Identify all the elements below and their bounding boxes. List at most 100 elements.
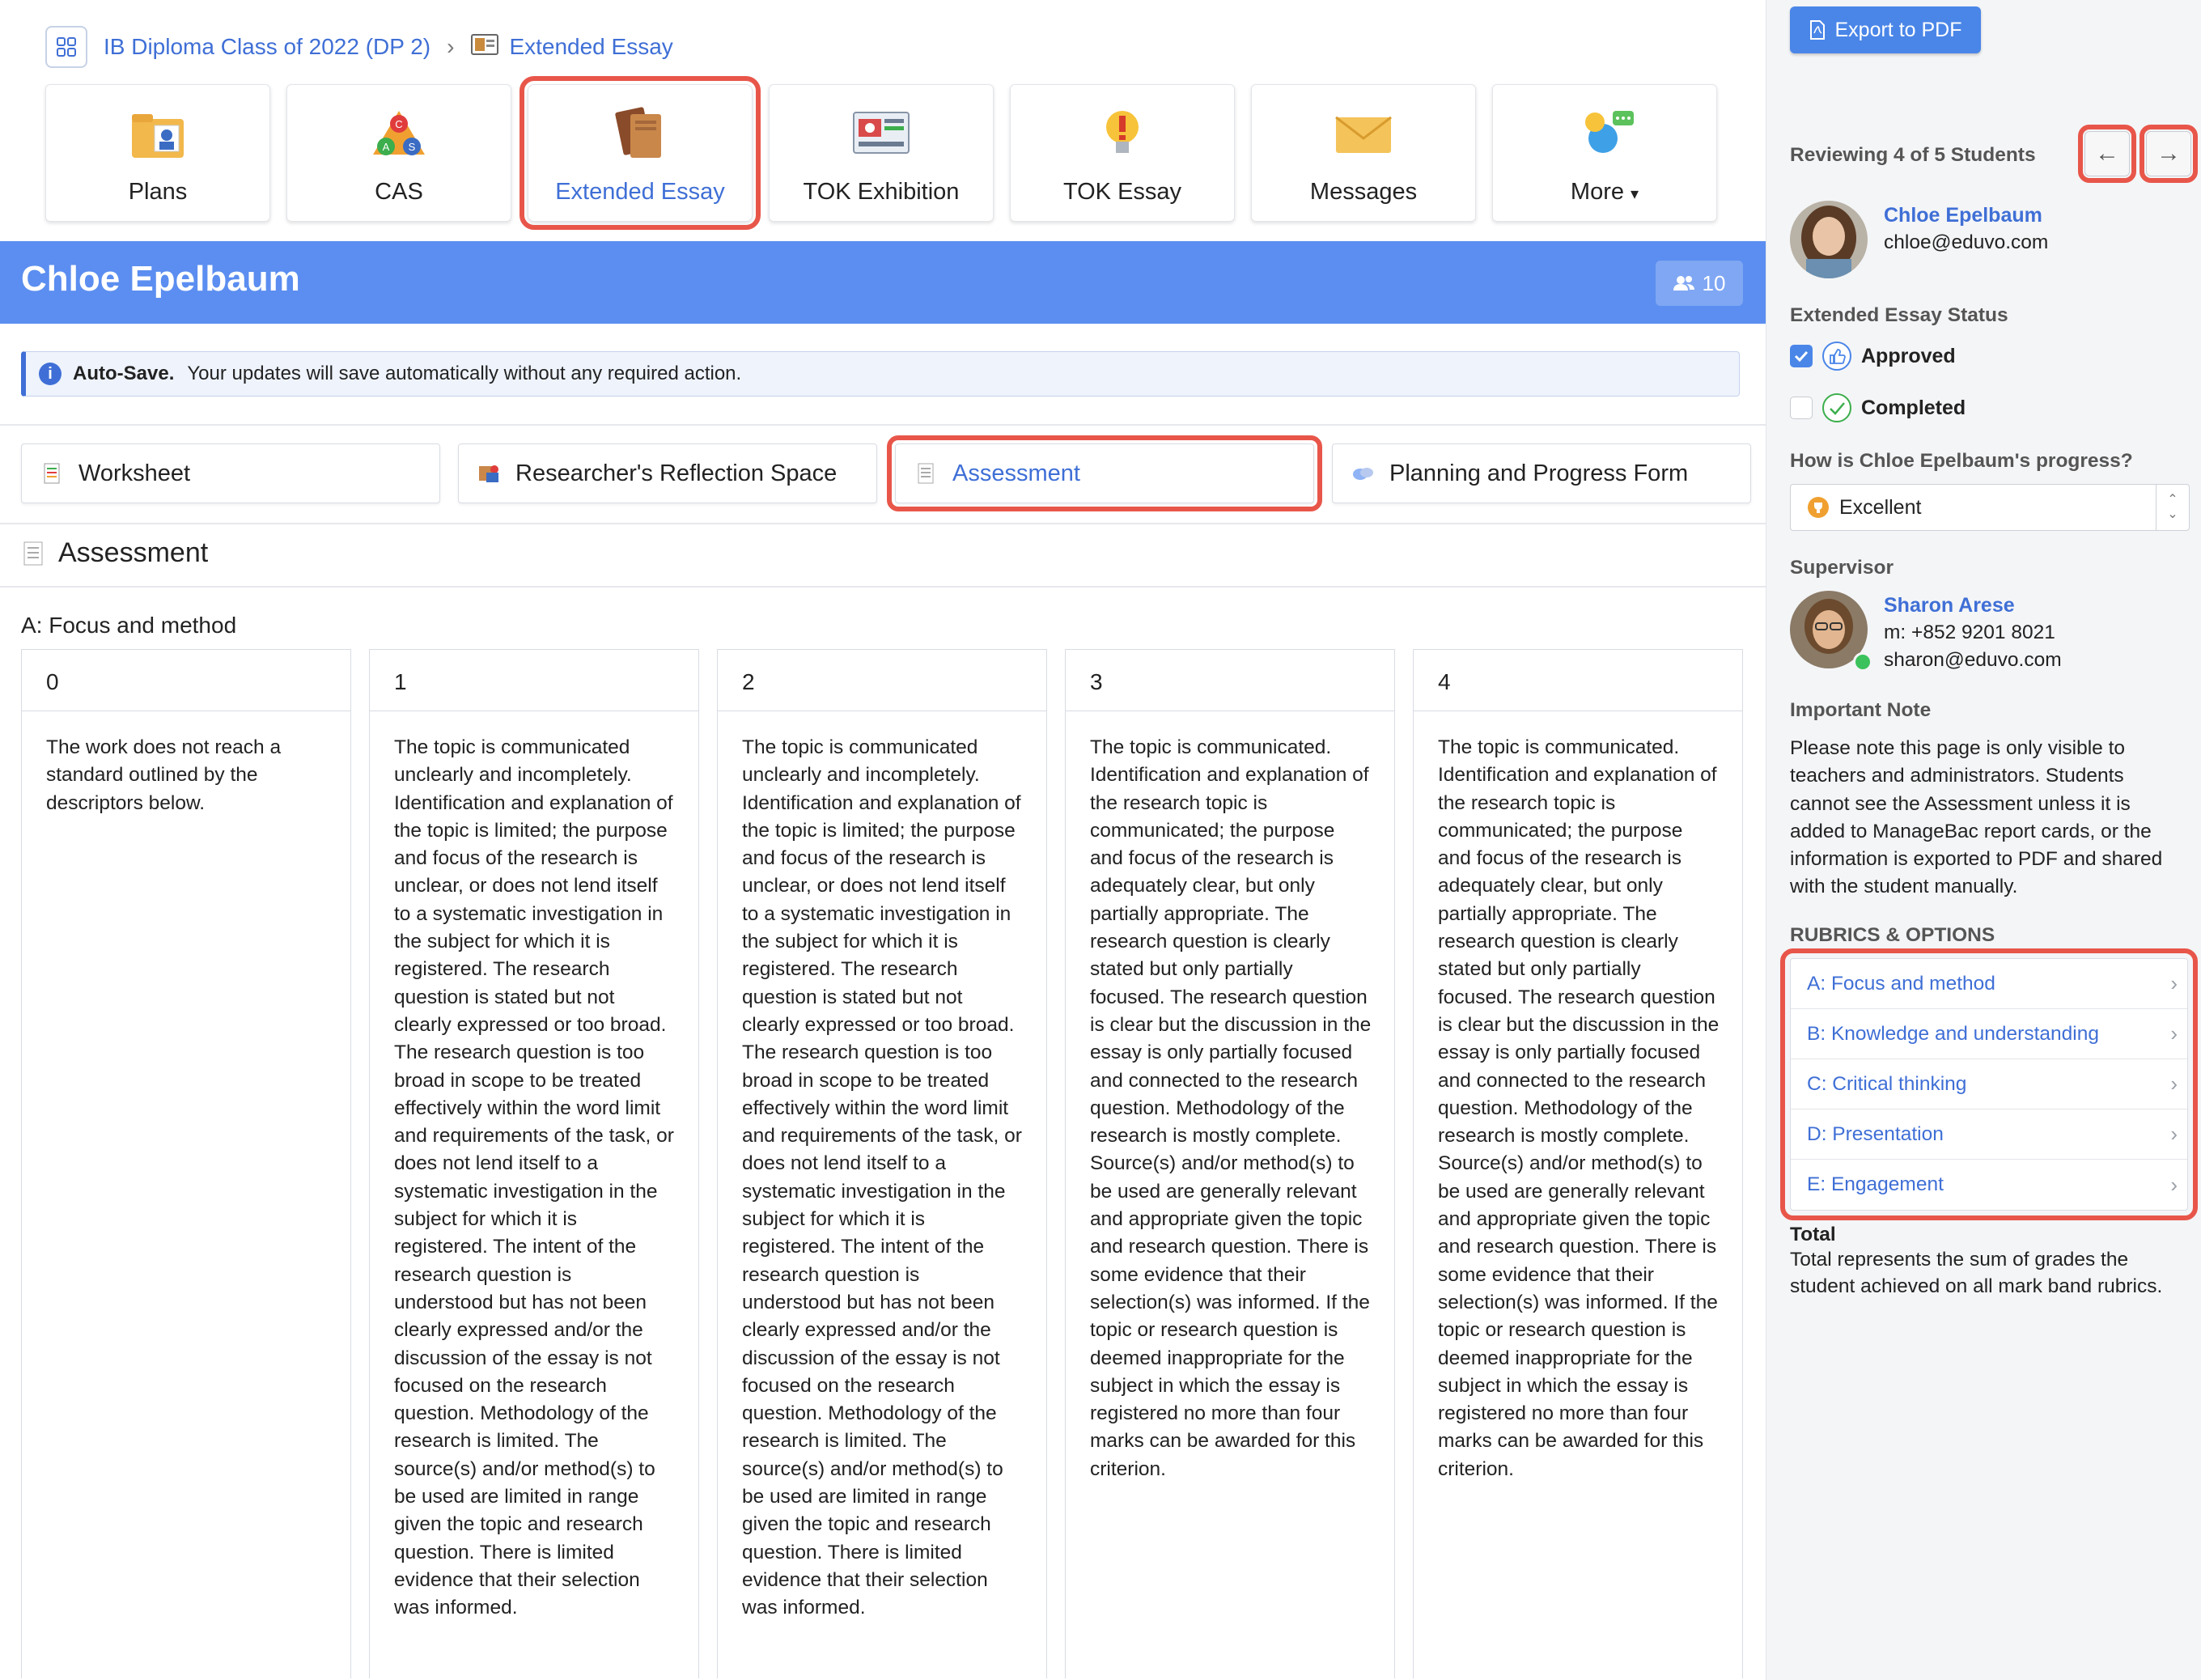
tab-label: Assessment [952,460,1080,486]
tile-plans[interactable]: Plans [45,84,270,222]
assessment-icon [918,463,934,484]
svg-text:S: S [409,141,416,153]
next-student-button[interactable]: → [2140,125,2198,183]
tile-tok-exhibition[interactable]: TOK Exhibition [769,84,994,222]
status-title: Extended Essay Status [1790,304,2008,326]
markband-column[interactable]: 0 The work does not reach a standard out… [21,649,351,1678]
pdf-file-icon [1809,20,1825,40]
rubric-item[interactable]: C: Critical thinking › [1791,1059,2187,1109]
chevron-right-icon: › [2170,971,2178,995]
caret-down-icon: ▾ [1631,185,1639,203]
autosave-message: Your updates will save automatically wit… [187,363,742,384]
select-arrows-icon: ⌃ ⌄ [2156,485,2189,530]
rubrics-title: RUBRICS & OPTIONS [1790,924,1995,946]
arrow-left-icon: ← [2095,140,2119,167]
breadcrumb-current[interactable]: Extended Essay [509,34,672,60]
supervisor-phone: m: +852 9201 8021 [1884,622,2055,643]
info-icon: i [39,363,61,385]
rubric-item[interactable]: B: Knowledge and understanding › [1791,1009,2187,1059]
markband-descriptor: The topic is communicated. Identificatio… [1438,736,1720,1480]
markband-descriptor: The topic is communicated unclearly and … [394,736,674,1619]
supervisor-title: Supervisor [1790,557,1894,579]
breadcrumb-class-link[interactable]: IB Diploma Class of 2022 (DP 2) [104,34,430,60]
breadcrumb-chevron-icon: › [447,34,455,59]
tile-label: TOK Essay [1062,178,1182,205]
users-icon [1673,276,1694,291]
reflection-icon [479,465,498,482]
tile-label: Messages [1309,178,1418,205]
tile-tok-essay[interactable]: TOK Essay [1010,84,1235,222]
markband-score: 2 [718,650,1046,711]
extended-essay-icon [615,106,661,158]
status-approved[interactable]: Approved [1790,340,1956,372]
trophy-icon [1808,497,1829,518]
markband-descriptor: The topic is communicated unclearly and … [742,736,1022,1619]
status-completed[interactable]: Completed [1790,392,1966,424]
chevron-right-icon: › [2170,1122,2178,1146]
markband-descriptor: The work does not reach a standard outli… [46,736,282,814]
important-note-title: Important Note [1790,699,1932,721]
supervisor-name-link[interactable]: Sharon Arese [1884,594,2015,617]
markband-column[interactable]: 2 The topic is communicated unclearly an… [717,649,1047,1678]
markband-column[interactable]: 3 The topic is communicated. Identificat… [1065,649,1395,1678]
autosave-label: Auto-Save. [73,363,175,384]
tile-label: TOK Exhibition [803,178,960,205]
tile-cas[interactable]: CAS CAS [286,84,511,222]
members-count: 10 [1702,270,1726,295]
tab-worksheet[interactable]: Worksheet [21,443,440,503]
more-icon [1585,110,1634,153]
avatar[interactable] [1790,201,1868,278]
tile-extended-essay[interactable]: Extended Essay [520,76,761,230]
divider [0,523,1766,524]
tile-label: CAS [375,178,423,205]
markband-columns: 0 The work does not reach a standard out… [21,649,1743,1678]
check-circle-icon [1822,393,1851,422]
rubric-item[interactable]: D: Presentation › [1791,1109,2187,1160]
markband-score: 1 [370,650,698,711]
supervisor-email-link[interactable]: sharon@eduvo.com [1884,649,2062,672]
completed-checkbox[interactable] [1790,397,1813,419]
student-name-link[interactable]: Chloe Epelbaum [1884,204,2042,227]
planning-icon [1353,468,1373,480]
markband-column[interactable]: 4 The topic is communicated. Identificat… [1413,649,1743,1678]
assessment-icon [23,541,43,565]
important-note-text: Please note this page is only visible to… [1790,737,2163,898]
module-tiles: Plans CAS CAS Extended Essay TOK Exhibit… [45,76,1717,230]
rubric-item[interactable]: A: Focus and method › [1791,959,2187,1009]
student-name-title: Chloe Epelbaum [21,259,300,299]
reviewing-status: Reviewing 4 of 5 Students [1790,144,2036,166]
student-email-link[interactable]: chloe@eduvo.com [1884,231,2048,254]
extended-essay-small-icon [470,32,499,63]
student-header: Chloe Epelbaum 10 [0,241,1766,324]
subtabs: Worksheet Researcher's Reflection Space … [21,435,1751,511]
tab-label: Planning and Progress Form [1389,460,1689,486]
rubric-item[interactable]: E: Engagement › [1791,1160,2187,1210]
markband-score: 4 [1414,650,1742,711]
previous-student-button[interactable]: ← [2078,125,2136,183]
tile-label-more: More ▾ [1570,178,1639,205]
apps-grid-icon[interactable] [45,26,87,68]
members-count-button[interactable]: 10 [1656,261,1743,306]
progress-select[interactable]: Excellent ⌃ ⌄ [1790,484,2190,531]
plans-icon [132,113,184,158]
approved-checkbox[interactable] [1790,345,1813,367]
export-pdf-button[interactable]: Export to PDF [1790,6,1981,53]
divider [0,424,1766,426]
tab-reflection-space[interactable]: Researcher's Reflection Space [458,443,877,503]
tab-assessment[interactable]: Assessment [887,435,1322,511]
breadcrumb: IB Diploma Class of 2022 (DP 2) › Extend… [45,24,673,70]
markband-score: 3 [1066,650,1394,711]
markband-column[interactable]: 1 The topic is communicated unclearly an… [369,649,699,1678]
svg-text:A: A [383,141,390,153]
arrow-right-icon: → [2156,140,2181,167]
tile-label: Extended Essay [555,178,725,205]
tab-planning-progress[interactable]: Planning and Progress Form [1332,443,1751,503]
tab-label: Worksheet [78,460,191,486]
chevron-right-icon: › [2170,1071,2178,1096]
markband-descriptor: The topic is communicated. Identificatio… [1090,736,1372,1480]
criterion-title: A: Focus and method [21,613,237,638]
tile-more[interactable]: More ▾ [1492,84,1717,222]
tab-label: Researcher's Reflection Space [515,460,838,486]
divider [0,586,1766,588]
tile-messages[interactable]: Messages [1251,84,1476,222]
